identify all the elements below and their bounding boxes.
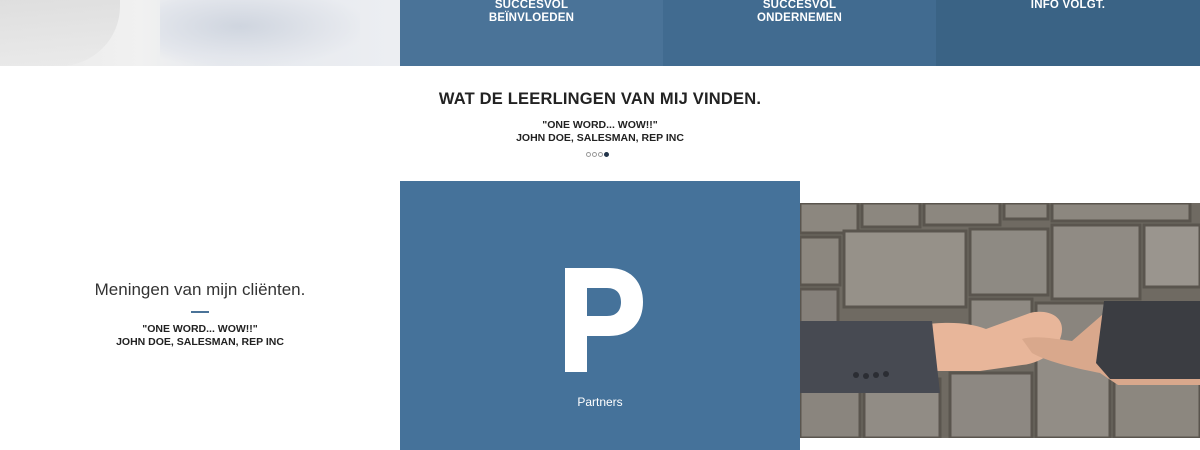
- testimonials-title: WAT DE LEERLINGEN VAN MIJ VINDEN.: [438, 90, 762, 108]
- quote-author: JOHN DOE, SALESMAN, REP INC: [116, 336, 284, 348]
- top-banner: SUCCESVOL BEÏNVLOEDEN SUCCESVOL ONDERNEM…: [0, 0, 1200, 66]
- clients-heading: Meningen van mijn cliënten.: [94, 280, 306, 299]
- tile-label-line1: INFO VOLGT.: [1030, 0, 1106, 11]
- divider: [191, 311, 209, 313]
- tile-label-line1: SUCCESVOL: [494, 0, 569, 11]
- partners-label: Partners: [577, 395, 623, 409]
- slider-dot[interactable]: [586, 152, 591, 157]
- quote-text: "ONE WORD... WOW!!": [542, 119, 658, 131]
- quote-text: "ONE WORD... WOW!!": [142, 323, 258, 335]
- handshake-photo: [800, 203, 1200, 438]
- slider-dot[interactable]: [598, 152, 603, 157]
- tile-succesvol-ondernemen[interactable]: SUCCESVOL ONDERNEMEN: [663, 0, 936, 66]
- tile-succesvol-beinvloeden[interactable]: SUCCESVOL BEÏNVLOEDEN: [400, 0, 663, 66]
- slider-dots: [586, 152, 610, 158]
- testimonial-quote: "ONE WORD... WOW!!" JOHN DOE, SALESMAN, …: [0, 119, 1200, 145]
- office-photo: [0, 0, 400, 66]
- clients-block: Meningen van mijn cliënten. "ONE WORD...…: [0, 280, 400, 349]
- quote-author: JOHN DOE, SALESMAN, REP INC: [516, 132, 684, 144]
- tile-info-volgt[interactable]: INFO VOLGT.: [936, 0, 1200, 66]
- slider-dot[interactable]: [592, 152, 597, 157]
- tile-label-line2: BEÏNVLOEDEN: [488, 12, 575, 24]
- tile-label-line2: ONDERNEMEN: [756, 12, 843, 24]
- slider-dot-active[interactable]: [604, 152, 609, 157]
- clients-quote: "ONE WORD... WOW!!" JOHN DOE, SALESMAN, …: [0, 323, 400, 349]
- tile-label-line1: SUCCESVOL: [762, 0, 837, 11]
- partners-p-icon: [565, 268, 643, 372]
